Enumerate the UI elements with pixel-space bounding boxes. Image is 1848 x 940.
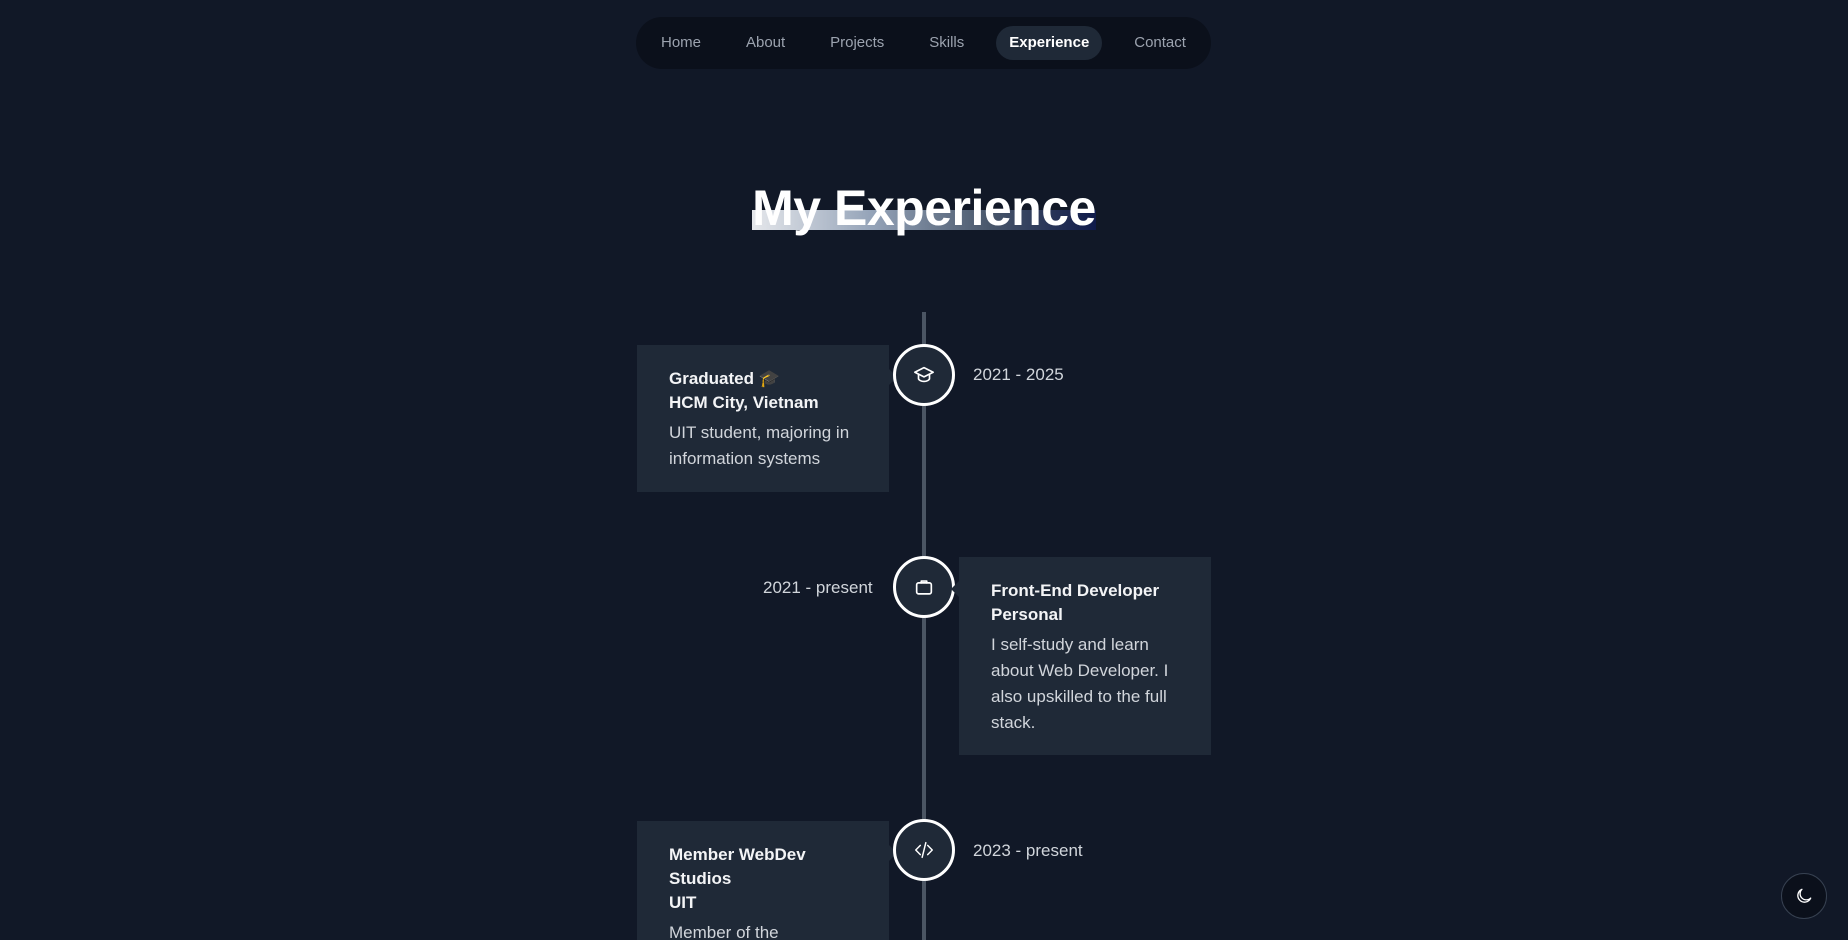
theme-toggle-button[interactable] [1781,873,1827,919]
nav-projects[interactable]: Projects [817,26,897,60]
top-nav: Home About Projects Skills Experience Co… [636,17,1211,69]
card-pointer [951,581,959,597]
card-title: Member WebDev Studios [669,845,806,888]
graduation-cap-icon [914,366,934,383]
timeline-date: 2021 - 2025 [973,365,1064,384]
card-subtitle: UIT [669,893,697,912]
timeline-date: 2023 - present [973,841,1083,860]
page-title-text: My Experience [752,180,1096,236]
card-title: Graduated 🎓 [669,369,780,388]
timeline-node-code [893,819,955,881]
timeline-date: 2021 - present [763,578,873,597]
code-icon [915,841,933,859]
card-subtitle: Personal [991,605,1063,624]
nav-home[interactable]: Home [648,26,714,60]
nav-skills[interactable]: Skills [916,26,977,60]
page: Home About Projects Skills Experience Co… [0,0,1848,940]
timeline-card-frontend: Front-End Developer Personal I self-stud… [951,557,1211,755]
timeline-card-webdev: Member WebDev Studios UIT Member of the [637,821,897,940]
title-section: My Experience [0,176,1848,240]
moon-icon [1797,888,1812,903]
timeline-card-education: Graduated 🎓 HCM City, Vietnam UIT studen… [637,345,897,492]
briefcase-icon [915,580,933,595]
nav-about[interactable]: About [733,26,798,60]
timeline-node-education [893,344,955,406]
card-title: Front-End Developer [991,581,1160,600]
nav-contact[interactable]: Contact [1121,26,1199,60]
card-description: I self-study and learn about Web Develop… [991,635,1169,732]
card-subtitle: HCM City, Vietnam [669,393,819,412]
card-description: Member of the [669,923,779,940]
page-title: My Experience [752,176,1096,240]
card-description: UIT student, majoring in information sys… [669,423,850,468]
timeline-node-work [893,556,955,618]
nav-experience[interactable]: Experience [996,26,1103,60]
